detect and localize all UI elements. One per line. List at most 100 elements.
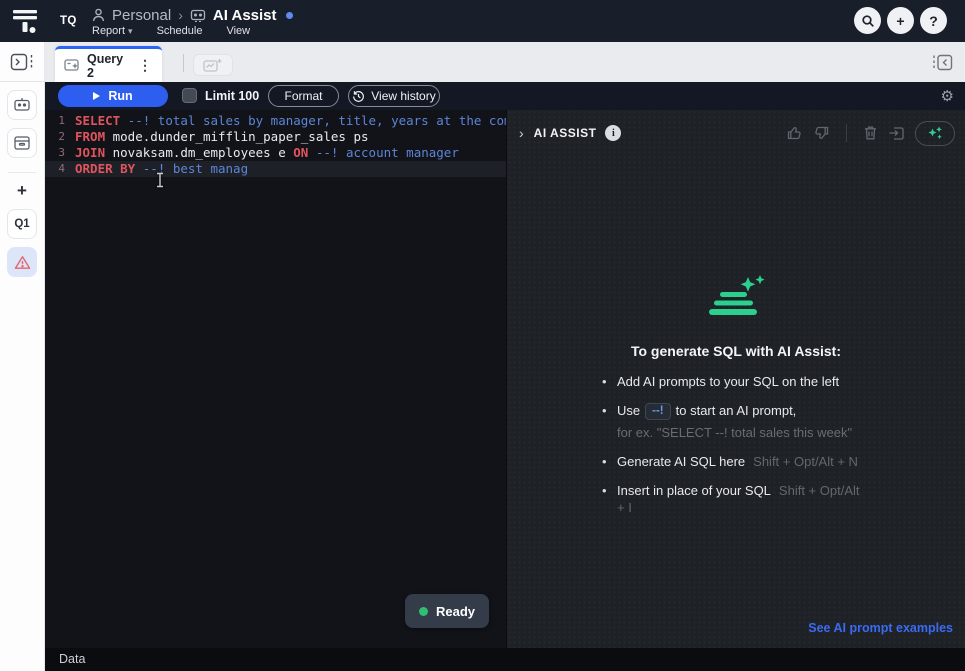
code-line-current: 4 ORDER BY --! best manag — [45, 161, 506, 177]
code-line: 2 FROM mode.dunder_mifflin_paper_sales p… — [45, 129, 506, 145]
history-icon — [352, 90, 365, 103]
sidebar-query-1-button[interactable]: Q1 — [7, 209, 37, 239]
thumbs-up-icon[interactable] — [786, 125, 803, 141]
collapse-right-panel-button[interactable] — [931, 54, 953, 71]
warning-icon — [14, 255, 31, 270]
code-line: 1 SELECT --! total sales by manager, tit… — [45, 113, 506, 129]
tab-bar-divider — [183, 54, 184, 72]
sql-text: novaksam.dm_employees e — [105, 145, 293, 161]
search-icon — [861, 14, 875, 28]
ai-prompt-comment: --! total sales by manager, title, years… — [128, 113, 506, 129]
sql-text — [120, 113, 128, 129]
run-button[interactable]: Run — [58, 85, 168, 107]
instruction-text: Generate AI SQL hereShift + Opt/Alt + N — [617, 453, 858, 470]
query-tab-icon — [64, 59, 80, 72]
instruction-text: Insert in place of your SQLShift + Opt/A… — [617, 482, 870, 516]
bottom-status-bar: Data — [45, 648, 965, 671]
header-menu: Report▾ Schedule View — [92, 25, 250, 37]
ready-status-label: Ready — [436, 604, 475, 619]
trash-icon[interactable] — [863, 125, 878, 141]
ready-status-dot — [419, 607, 428, 616]
line-number: 3 — [45, 145, 75, 161]
line-number: 1 — [45, 113, 75, 129]
unsaved-indicator-dot — [286, 12, 293, 19]
bullet-icon: • — [602, 373, 617, 390]
sql-keyword: SELECT — [75, 113, 120, 129]
instruction-text: Use--!to start an AI prompt, for ex. "SE… — [617, 402, 852, 441]
console-panel-icon — [10, 53, 34, 71]
thumbs-down-icon[interactable] — [813, 125, 830, 141]
line-number: 2 — [45, 129, 75, 145]
sql-keyword: FROM — [75, 129, 105, 145]
gear-icon[interactable]: ⚙ — [941, 82, 954, 110]
help-button[interactable]: ? — [920, 7, 947, 34]
sidebar-add-button[interactable]: + — [7, 181, 37, 201]
format-button[interactable]: Format — [268, 85, 339, 107]
instruction-text: Add AI prompts to your SQL on the left — [617, 373, 839, 390]
actions-divider — [846, 124, 847, 142]
generate-ai-sql-button[interactable] — [915, 121, 955, 146]
insert-sql-icon[interactable] — [888, 125, 905, 141]
data-panel-label[interactable]: Data — [59, 648, 85, 671]
sql-editor[interactable]: 1 SELECT --! total sales by manager, tit… — [45, 110, 506, 648]
tab-query-2[interactable]: Query 2 ⋮ — [55, 46, 162, 82]
sql-text — [308, 145, 316, 161]
breadcrumb: Personal › AI Assist — [92, 5, 293, 25]
tab-label: Query 2 — [87, 52, 129, 80]
bullet-icon: • — [602, 482, 617, 516]
app-window: TQ Personal › AI Assist Report▾ Schedu — [0, 0, 965, 671]
see-ai-prompt-examples-link[interactable]: See AI prompt examples — [808, 621, 953, 635]
toggle-editor-panel-button[interactable] — [0, 42, 44, 82]
ai-assist-instructions: To generate SQL with AI Assist: • Add AI… — [602, 275, 870, 528]
sidebar-divider — [8, 172, 36, 173]
collapse-panel-icon — [931, 54, 953, 71]
user-icon — [92, 8, 105, 22]
search-button[interactable] — [854, 7, 881, 34]
menu-schedule[interactable]: Schedule — [157, 25, 203, 37]
limit-checkbox[interactable] — [182, 88, 197, 103]
menu-view[interactable]: View — [226, 25, 250, 37]
ai-instructions-list: • Add AI prompts to your SQL on the left… — [602, 373, 870, 516]
limit-label[interactable]: Limit 100 — [205, 82, 259, 110]
sql-keyword: ON — [293, 145, 308, 161]
new-item-button[interactable]: + — [887, 7, 914, 34]
ai-instructions-title: To generate SQL with AI Assist: — [602, 343, 870, 359]
sql-text — [135, 161, 143, 177]
mode-logo-icon[interactable] — [10, 7, 40, 35]
list-item: • Use--!to start an AI prompt, for ex. "… — [602, 402, 870, 441]
tab-bar: Query 2 ⋮ — [45, 42, 965, 82]
tab-menu-kebab-icon[interactable]: ⋮ — [136, 57, 154, 74]
query-toolbar: Run Limit 100 Format View history ⚙ — [45, 82, 965, 110]
sidebar-data-button[interactable] — [7, 128, 37, 158]
workspace-initials[interactable]: TQ — [60, 0, 77, 42]
code-area[interactable]: 1 SELECT --! total sales by manager, tit… — [45, 110, 506, 177]
view-history-button[interactable]: View history — [348, 85, 440, 107]
play-icon — [93, 92, 100, 100]
sparkles-icon — [926, 125, 944, 141]
keyboard-shortcut: Shift + Opt/Alt + N — [753, 454, 858, 469]
list-item: • Add AI prompts to your SQL on the left — [602, 373, 870, 390]
robot-icon — [190, 8, 206, 22]
sidebar-warning-button[interactable] — [7, 247, 37, 277]
top-header: TQ Personal › AI Assist Report▾ Schedu — [0, 0, 965, 42]
ai-assist-header: › AI ASSIST i — [519, 120, 955, 146]
ai-assist-panel: › AI ASSIST i — [506, 110, 965, 648]
sidebar-ai-assist-button[interactable] — [7, 90, 37, 120]
info-icon[interactable]: i — [605, 125, 621, 141]
ai-prompt-comment: --! account manager — [316, 145, 459, 161]
add-chart-button[interactable] — [193, 54, 233, 76]
breadcrumb-separator-icon: › — [178, 7, 183, 23]
text-cursor-icon — [155, 172, 165, 188]
instruction-example: for ex. "SELECT --! total sales this wee… — [617, 424, 852, 441]
breadcrumb-current[interactable]: AI Assist — [213, 7, 277, 24]
breadcrumb-parent[interactable]: Personal — [112, 7, 171, 24]
robot-icon — [13, 97, 31, 113]
ai-assist-actions — [786, 121, 955, 146]
ready-status-badge: Ready — [405, 594, 489, 628]
caret-down-icon: ▾ — [128, 26, 133, 36]
menu-report[interactable]: Report▾ — [92, 25, 133, 37]
bullet-icon: • — [602, 402, 617, 441]
chevron-right-icon[interactable]: › — [519, 125, 524, 141]
bullet-icon: • — [602, 453, 617, 470]
help-icon: ? — [929, 13, 938, 29]
